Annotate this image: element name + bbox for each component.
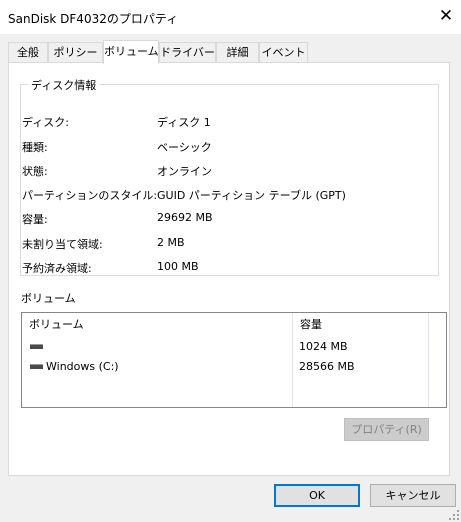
- capacity-value: 29692 MB: [157, 211, 213, 224]
- properties-button[interactable]: プロパティ(R): [344, 418, 429, 441]
- column-divider: [292, 313, 293, 407]
- column-header-volume[interactable]: ボリューム: [29, 316, 84, 332]
- ok-button[interactable]: OK: [274, 484, 360, 507]
- disk-info-title: ディスク情報: [28, 77, 100, 93]
- volume-row-capacity[interactable]: 1024 MB: [299, 340, 348, 353]
- status-label: 状態:: [22, 165, 48, 178]
- volume-row-capacity[interactable]: 28566 MB: [299, 360, 355, 373]
- tab-policy[interactable]: ポリシー: [48, 42, 103, 62]
- partition-style-value: GUID パーティション テーブル (GPT): [157, 189, 346, 202]
- tab-general[interactable]: 全般: [8, 42, 48, 62]
- volumes-section-title: ボリューム: [21, 292, 76, 305]
- reserved-label: 予約済み領域:: [22, 262, 92, 275]
- disk-value: ディスク 1: [157, 116, 211, 129]
- close-icon[interactable]: ✕: [436, 6, 456, 26]
- tab-volumes[interactable]: ボリューム: [103, 40, 159, 64]
- tab-details[interactable]: 詳細: [216, 42, 259, 62]
- status-value: オンライン: [157, 165, 212, 178]
- resize-grip-icon[interactable]: [448, 509, 460, 521]
- drive-icon: [30, 344, 43, 349]
- disk-label: ディスク:: [22, 116, 69, 129]
- column-divider-end: [428, 313, 429, 407]
- drive-icon: [30, 364, 43, 369]
- unallocated-value: 2 MB: [157, 236, 185, 249]
- column-header-capacity[interactable]: 容量: [300, 316, 322, 332]
- tab-driver[interactable]: ドライバー: [159, 42, 216, 62]
- capacity-label: 容量:: [22, 213, 48, 226]
- tab-events[interactable]: イベント: [259, 42, 308, 62]
- volume-row-name[interactable]: Windows (C:): [46, 360, 119, 373]
- window-title: SanDisk DF4032のプロパティ: [8, 12, 179, 26]
- unallocated-label: 未割り当て領域:: [22, 238, 103, 251]
- partition-style-label: パーティションのスタイル:: [22, 189, 158, 202]
- type-value: ベーシック: [157, 141, 212, 154]
- type-label: 種類:: [22, 141, 48, 154]
- cancel-button[interactable]: キャンセル: [370, 484, 456, 507]
- reserved-value: 100 MB: [157, 260, 199, 273]
